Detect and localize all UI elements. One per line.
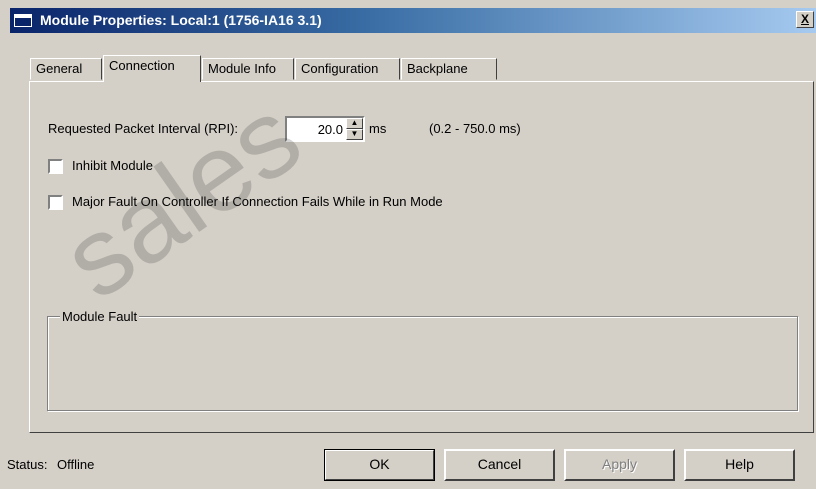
apply-button[interactable]: Apply <box>564 449 675 481</box>
inhibit-module-option: Inhibit Module <box>48 158 248 176</box>
tab-label: Configuration <box>301 61 379 76</box>
major-fault-label[interactable]: Major Fault On Controller If Connection … <box>72 194 443 209</box>
tab-general[interactable]: General <box>30 58 102 80</box>
tab-backplane[interactable]: Backplane <box>401 58 497 80</box>
arrow-up-icon: ▲ <box>350 118 359 127</box>
tab-label: Module Info <box>208 61 276 76</box>
ok-button[interactable]: OK <box>324 449 435 481</box>
rpi-range: (0.2 - 750.0 ms) <box>429 121 521 136</box>
tab-connection[interactable]: Connection <box>103 55 201 82</box>
rpi-spinner: ▲ ▼ <box>346 118 363 140</box>
module-properties-dialog: Module Properties: Local:1 (1756-IA16 3.… <box>0 0 816 489</box>
title-bar[interactable]: Module Properties: Local:1 (1756-IA16 3.… <box>10 8 816 33</box>
apply-label: Apply <box>601 456 638 472</box>
rpi-value[interactable]: 20.0 <box>318 122 343 137</box>
cancel-label: Cancel <box>477 456 522 472</box>
major-fault-option: Major Fault On Controller If Connection … <box>48 194 548 212</box>
rpi-spin-input[interactable]: 20.0 ▲ ▼ <box>285 116 365 142</box>
window-title: Module Properties: Local:1 (1756-IA16 3.… <box>40 12 322 28</box>
rpi-units: ms <box>369 121 387 136</box>
window-icon <box>14 14 32 27</box>
cancel-button[interactable]: Cancel <box>444 449 555 481</box>
tab-module-info[interactable]: Module Info <box>202 58 294 80</box>
major-fault-checkbox[interactable] <box>48 195 63 210</box>
tab-configuration[interactable]: Configuration <box>295 58 400 80</box>
module-fault-group <box>47 316 798 411</box>
help-button[interactable]: Help <box>684 449 795 481</box>
status-value: Offline <box>57 457 95 472</box>
tab-label: General <box>36 61 83 76</box>
spin-down-button[interactable]: ▼ <box>346 129 363 140</box>
spin-up-button[interactable]: ▲ <box>346 118 363 129</box>
help-label: Help <box>725 456 754 472</box>
tab-label: Connection <box>109 58 175 73</box>
arrow-down-icon: ▼ <box>350 129 359 138</box>
tab-label: Backplane <box>407 61 468 76</box>
close-icon: X <box>800 12 809 26</box>
module-fault-title: Module Fault <box>60 309 140 324</box>
close-button[interactable]: X <box>796 11 814 28</box>
inhibit-module-checkbox[interactable] <box>48 159 63 174</box>
status-label: Status: <box>7 457 48 472</box>
inhibit-module-label[interactable]: Inhibit Module <box>72 158 153 173</box>
rpi-label: Requested Packet Interval (RPI): <box>48 121 239 136</box>
ok-label: OK <box>369 456 390 472</box>
